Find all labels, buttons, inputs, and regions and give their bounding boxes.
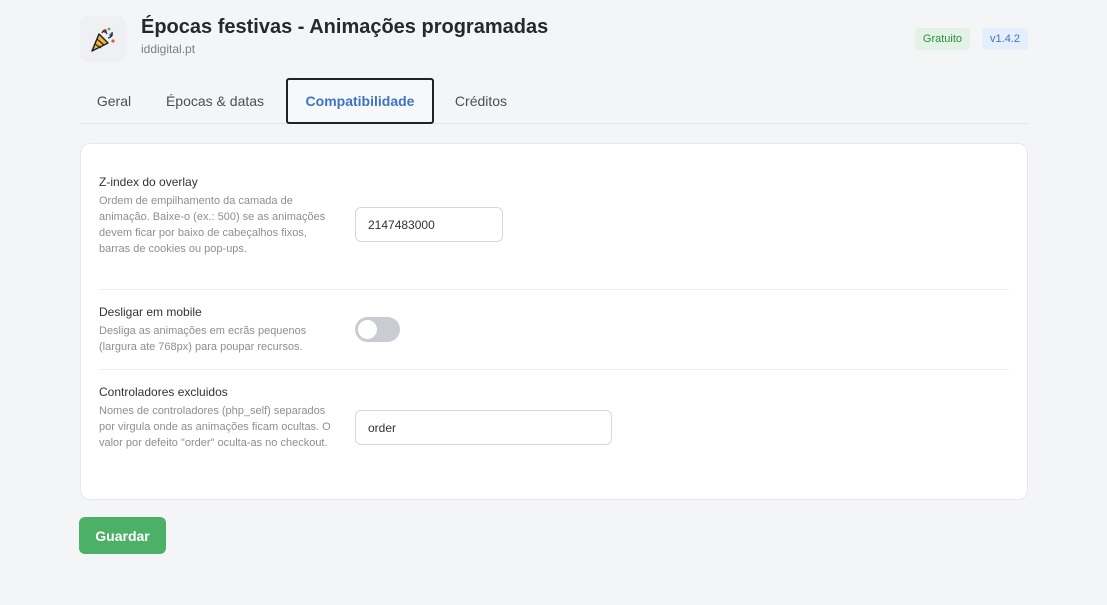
zindex-input[interactable]: [355, 207, 503, 242]
zindex-label: Z-index do overlay: [99, 175, 198, 189]
tab-creditos[interactable]: Créditos: [446, 78, 516, 124]
zindex-description: Ordem de empilhamento da camada de anima…: [99, 195, 326, 255]
tab-compatibilidade[interactable]: Compatibilidade: [286, 78, 434, 124]
controllers-input[interactable]: [355, 410, 612, 445]
tab-geral[interactable]: Geral: [84, 78, 144, 124]
page-subtitle: iddigital.pt: [141, 42, 196, 56]
free-badge: Gratuito: [914, 28, 971, 50]
save-button[interactable]: Guardar: [79, 517, 166, 554]
version-badge: v1.4.2: [982, 28, 1028, 50]
mobile-label: Desligar em mobile: [99, 305, 202, 319]
page-header: Épocas festivas - Animações programadas …: [80, 14, 1028, 62]
settings-card: Z-index do overlay Ordem de empilhamento…: [80, 143, 1028, 500]
toggle-knob: [358, 320, 377, 339]
tab-epocas-datas[interactable]: Épocas & datas: [160, 78, 270, 124]
controllers-description: Nomes de controladores (php_self) separa…: [99, 405, 331, 449]
party-popper-icon: [80, 16, 126, 62]
mobile-toggle[interactable]: [355, 317, 400, 342]
setting-mobile: Desligar em mobile Desliga as animações …: [99, 290, 1009, 370]
setting-zindex: Z-index do overlay Ordem de empilhamento…: [99, 174, 1009, 290]
controllers-label: Controladores excluidos: [99, 385, 228, 399]
setting-controllers: Controladores excluidos Nomes de control…: [99, 370, 1009, 480]
tab-bar: Geral Épocas & datas Compatibilidade Cré…: [80, 78, 1028, 124]
badges: Gratuito v1.4.2: [914, 28, 1028, 50]
page-title: Épocas festivas - Animações programadas: [141, 16, 549, 38]
mobile-description: Desliga as animações em ecrãs pequenos (…: [99, 325, 307, 353]
